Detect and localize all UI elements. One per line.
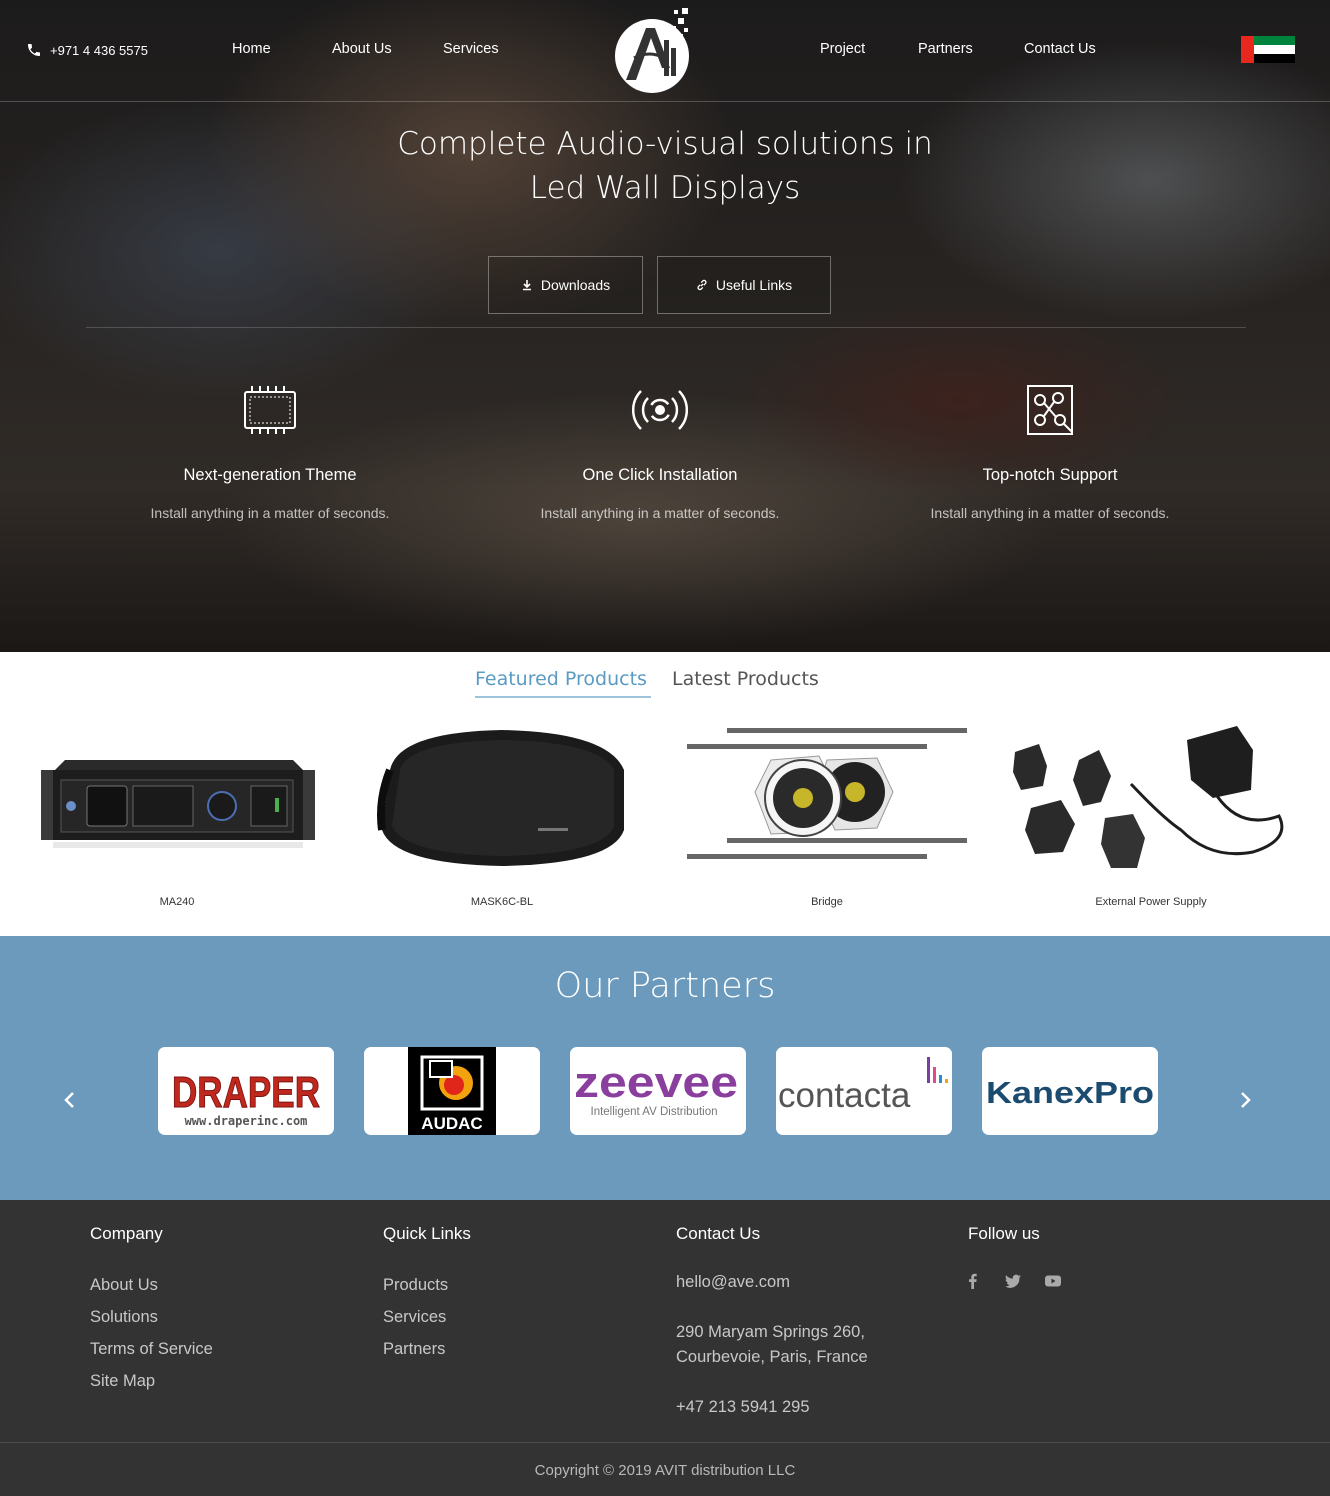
footer-address-line-2: Courbevoie, Paris, France bbox=[676, 1348, 868, 1366]
nav-contact-us[interactable]: Contact Us bbox=[1024, 41, 1096, 57]
ceiling-speaker-bridge-image bbox=[687, 728, 967, 859]
footer-company-column: Company About Us Solutions Terms of Serv… bbox=[90, 1224, 213, 1404]
power-adapter-image bbox=[1013, 726, 1284, 868]
footer-address-line-1: 290 Maryam Springs 260, bbox=[676, 1323, 865, 1341]
footer-contact-column: Contact Us hello@ave.com 290 Maryam Spri… bbox=[676, 1224, 868, 1420]
product-name: MA240 bbox=[159, 896, 195, 908]
feature-text: Install anything in a matter of seconds. bbox=[540, 505, 780, 521]
footer-email-link[interactable]: hello@ave.com bbox=[676, 1270, 868, 1295]
chevron-right-icon[interactable] bbox=[1233, 1088, 1257, 1112]
product-card-bridge[interactable]: Bridge bbox=[667, 720, 987, 920]
social-links bbox=[964, 1272, 1062, 1290]
partner-name: KanexPro bbox=[986, 1075, 1154, 1110]
hero-title-line-1: Complete Audio-visual solutions in bbox=[397, 126, 933, 162]
twitter-icon[interactable] bbox=[1004, 1272, 1022, 1290]
copyright-text: Copyright © 2019 AVIT distribution LLC bbox=[534, 1462, 796, 1479]
display-panel-icon bbox=[244, 386, 296, 434]
useful-links-button[interactable]: Useful Links bbox=[657, 256, 831, 314]
downloads-button[interactable]: Downloads bbox=[488, 256, 643, 314]
tab-latest-products[interactable]: Latest Products bbox=[672, 668, 819, 690]
footer-phone: +47 213 5941 295 bbox=[676, 1398, 810, 1416]
nav-about-us[interactable]: About Us bbox=[332, 41, 392, 57]
product-card-external-power-supply[interactable]: External Power Supply bbox=[991, 720, 1311, 920]
useful-links-button-label: Useful Links bbox=[715, 277, 793, 293]
facebook-icon[interactable] bbox=[964, 1272, 982, 1290]
broadcast-icon bbox=[631, 390, 689, 430]
footer-company-title: Company bbox=[90, 1224, 163, 1243]
feature-title: Top-notch Support bbox=[982, 466, 1118, 484]
product-name: External Power Supply bbox=[1095, 896, 1207, 908]
site-footer: Company About Us Solutions Terms of Serv… bbox=[0, 1200, 1330, 1496]
feature-next-generation-theme: Next-generation Theme Install anything i… bbox=[90, 380, 450, 521]
footer-follow-column: Follow us bbox=[968, 1224, 1040, 1244]
footer-follow-title: Follow us bbox=[968, 1224, 1040, 1243]
feature-title: Next-generation Theme bbox=[183, 466, 357, 484]
phone-icon bbox=[28, 44, 40, 56]
partner-name: zeevee bbox=[574, 1058, 738, 1107]
partner-logo-kanexpro[interactable]: KanexPro bbox=[982, 1047, 1158, 1135]
speaker-image bbox=[377, 730, 624, 866]
feature-one-click-installation: One Click Installation Install anything … bbox=[480, 380, 840, 521]
nav-home[interactable]: Home bbox=[232, 41, 271, 57]
avit-logo[interactable] bbox=[612, 6, 692, 94]
partner-name: contacta bbox=[778, 1076, 911, 1115]
product-card-mask6c-bl[interactable]: MASK6C-BL bbox=[342, 720, 662, 920]
download-icon bbox=[522, 280, 531, 291]
active-tab-underline bbox=[475, 696, 651, 698]
hero-divider bbox=[86, 327, 1246, 328]
footer-contact-title: Contact Us bbox=[676, 1224, 761, 1243]
nav-services[interactable]: Services bbox=[443, 41, 499, 57]
footer-link-products[interactable]: Products bbox=[383, 1276, 471, 1308]
footer-divider bbox=[0, 1442, 1330, 1443]
support-nodes-icon bbox=[1027, 385, 1073, 435]
footer-address: 290 Maryam Springs 260, Courbevoie, Pari… bbox=[676, 1320, 868, 1370]
partner-logo-audac[interactable]: AUDAC bbox=[364, 1047, 540, 1135]
partner-logo-contacta[interactable]: contacta bbox=[776, 1047, 952, 1135]
feature-text: Install anything in a matter of seconds. bbox=[150, 505, 390, 521]
footer-link-solutions[interactable]: Solutions bbox=[90, 1308, 213, 1340]
feature-title: One Click Installation bbox=[582, 466, 738, 484]
partner-logo-zeevee[interactable]: zeevee Intelligent AV Distribution bbox=[570, 1047, 746, 1135]
footer-link-site-map[interactable]: Site Map bbox=[90, 1372, 213, 1404]
footer-link-about-us[interactable]: About Us bbox=[90, 1276, 213, 1308]
header-phone-number: +971 4 436 5575 bbox=[50, 42, 148, 58]
header-phone[interactable]: +971 4 436 5575 bbox=[26, 42, 148, 58]
uae-flag-icon[interactable] bbox=[1241, 36, 1295, 63]
downloads-button-label: Downloads bbox=[540, 277, 611, 293]
product-name: MASK6C-BL bbox=[470, 896, 534, 908]
hero-title-line-2: Led Wall Displays bbox=[529, 170, 801, 206]
product-card-ma240[interactable]: MA240 bbox=[17, 720, 337, 920]
product-name: Bridge bbox=[811, 896, 843, 908]
footer-quick-links-column: Quick Links Products Services Partners bbox=[383, 1224, 471, 1372]
youtube-icon[interactable] bbox=[1044, 1272, 1062, 1290]
footer-link-services[interactable]: Services bbox=[383, 1308, 471, 1340]
partner-name: DRAPER bbox=[172, 1068, 320, 1117]
top-navigation-bar: +971 4 436 5575 Home About Us Services P… bbox=[0, 0, 1330, 102]
chevron-left-icon[interactable] bbox=[58, 1088, 82, 1112]
footer-quick-links-title: Quick Links bbox=[383, 1224, 471, 1243]
feature-top-notch-support: Top-notch Support Install anything in a … bbox=[870, 380, 1230, 521]
feature-text: Install anything in a matter of seconds. bbox=[930, 505, 1170, 521]
footer-link-terms-of-service[interactable]: Terms of Service bbox=[90, 1340, 213, 1372]
hero-section: +971 4 436 5575 Home About Us Services P… bbox=[0, 0, 1330, 652]
tab-featured-products[interactable]: Featured Products bbox=[475, 668, 647, 690]
nav-project[interactable]: Project bbox=[820, 41, 865, 57]
nav-partners[interactable]: Partners bbox=[918, 41, 973, 57]
partner-name: AUDAC bbox=[421, 1114, 482, 1133]
hero-title: Complete Audio-visual solutions in Led W… bbox=[365, 122, 965, 210]
amplifier-image bbox=[41, 760, 315, 848]
partners-section: Our Partners DRAPER www.draperinc.com AU… bbox=[0, 936, 1330, 1200]
partners-title: Our Partners bbox=[554, 966, 776, 1006]
partner-sub: Intelligent AV Distribution bbox=[591, 1106, 718, 1118]
footer-link-partners[interactable]: Partners bbox=[383, 1340, 471, 1372]
partner-sub: www.draperinc.com bbox=[185, 1114, 308, 1128]
partner-logo-draper[interactable]: DRAPER www.draperinc.com bbox=[158, 1047, 334, 1135]
link-icon bbox=[697, 279, 707, 291]
product-tabs: Featured Products Latest Products bbox=[0, 666, 1330, 702]
